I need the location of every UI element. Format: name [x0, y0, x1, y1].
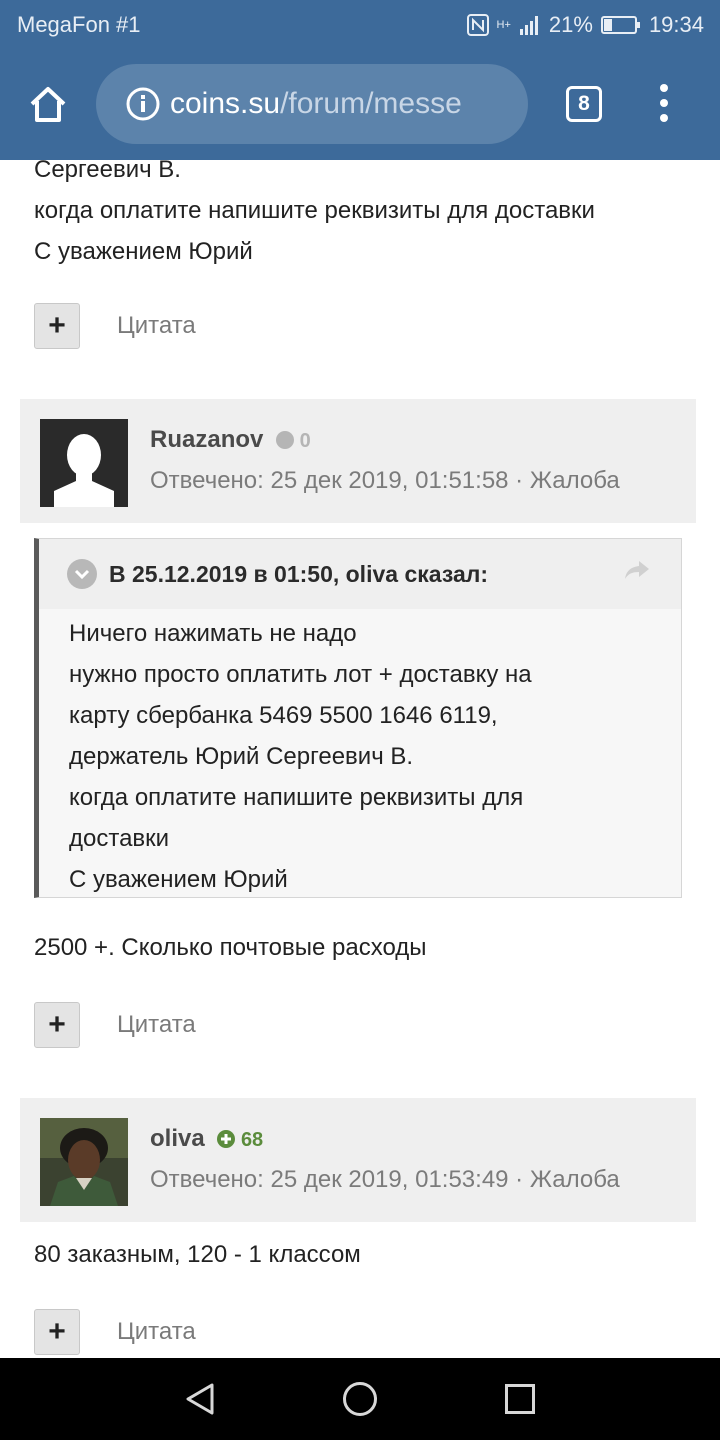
avatar[interactable] — [40, 419, 128, 507]
status-bar: MegaFon #1 H+ 21% 19:34 — [0, 0, 720, 50]
plus-button[interactable]: + — [34, 303, 80, 349]
previous-post-tail: Сергеевич В. когда оплатите напишите рек… — [34, 149, 595, 272]
post-text-line: когда оплатите напишите реквизиты для до… — [34, 197, 595, 224]
post-body: 80 заказным, 120 - 1 классом — [34, 1241, 361, 1268]
post-meta[interactable]: Отвечено: 25 дек 2019, 01:51:58 · Жалоба — [150, 467, 620, 495]
quote-line: карту сбербанка 5469 5500 1646 6119, — [69, 702, 498, 729]
url-text[interactable]: coins.su/forum/messe — [170, 87, 510, 121]
positive-rep-icon — [217, 1130, 236, 1148]
plus-button[interactable]: + — [34, 1309, 80, 1355]
chevron-down-icon[interactable] — [67, 559, 97, 589]
reputation-value: 68 — [240, 1129, 264, 1151]
avatar[interactable] — [40, 1118, 128, 1206]
post-body: 2500 +. Сколько почтовые расходы — [34, 934, 427, 961]
post-meta[interactable]: Отвечено: 25 дек 2019, 01:53:49 · Жалоба — [150, 1166, 620, 1194]
clock: 19:34 — [648, 12, 704, 37]
neutral-rep-icon — [276, 431, 295, 449]
quote-body: Ничего нажимать не надо нужно просто опл… — [39, 609, 681, 900]
quote-link[interactable]: Цитата — [117, 1011, 196, 1039]
quote-header: В 25.12.2019 в 01:50, oliva сказал: — [39, 539, 681, 609]
quote-link[interactable]: Цитата — [117, 312, 196, 340]
signal-icon — [519, 16, 538, 35]
quote-link[interactable]: Цитата — [117, 1318, 196, 1346]
quote-block: В 25.12.2019 в 01:50, oliva сказал: Ниче… — [34, 538, 682, 898]
post-actions: + Цитата — [34, 1002, 196, 1048]
address-bar[interactable]: coins.su/forum/messe — [96, 64, 528, 144]
network-type: H+ — [496, 19, 511, 31]
system-nav-bar — [0, 1358, 720, 1440]
default-avatar-icon — [40, 419, 128, 507]
quote-line: нужно просто оплатить лот + доставку на — [69, 661, 532, 688]
battery-icon — [600, 16, 640, 34]
quote-title: В 25.12.2019 в 01:50, oliva сказал: — [109, 560, 489, 587]
browser-top-bar: MegaFon #1 H+ 21% 19:34 coins.su/forum/m… — [0, 0, 720, 160]
quote-line: Ничего нажимать не надо — [69, 620, 357, 647]
reputation-value: 0 — [299, 430, 311, 452]
battery-percent: 21% — [548, 12, 593, 37]
reputation: 0 — [276, 430, 311, 452]
menu-icon[interactable] — [656, 84, 672, 128]
username[interactable]: oliva 68 — [150, 1125, 263, 1153]
nfc-icon — [466, 14, 489, 36]
quote-line: держатель Юрий Сергеевич В. — [69, 743, 414, 770]
back-icon[interactable] — [184, 1382, 216, 1416]
user-photo-avatar — [40, 1118, 128, 1206]
post-actions: + Цитата — [34, 1309, 196, 1355]
quote-line: С уважением Юрий — [69, 866, 288, 893]
username-text: oliva — [150, 1125, 205, 1152]
carrier-name: MegaFon #1 — [17, 12, 141, 37]
post-header: oliva 68 Отвечено: 25 дек 2019, 01:53:49… — [20, 1098, 696, 1222]
url-host: coins.su — [170, 87, 281, 120]
post-actions: + Цитата — [34, 303, 196, 349]
post-text-line: С уважением Юрий — [34, 238, 253, 265]
home-circle-icon[interactable] — [343, 1382, 377, 1416]
quote-line: когда оплатите напишите реквизиты для — [69, 784, 524, 811]
info-icon[interactable] — [126, 87, 160, 121]
home-icon[interactable] — [26, 82, 70, 126]
plus-button[interactable]: + — [34, 1002, 80, 1048]
status-icons: H+ 21% 19:34 — [466, 12, 704, 38]
username-text: Ruazanov — [150, 426, 264, 453]
username[interactable]: Ruazanov 0 — [150, 426, 311, 454]
quote-line: доставки — [69, 825, 170, 852]
share-arrow-icon[interactable] — [623, 559, 651, 581]
recent-apps-icon[interactable] — [505, 1384, 535, 1414]
url-path: /forum/messe — [280, 87, 462, 120]
reputation: 68 — [217, 1129, 263, 1151]
tabs-icon[interactable]: 8 — [566, 86, 602, 122]
post-header: Ruazanov 0 Отвечено: 25 дек 2019, 01:51:… — [20, 399, 696, 523]
